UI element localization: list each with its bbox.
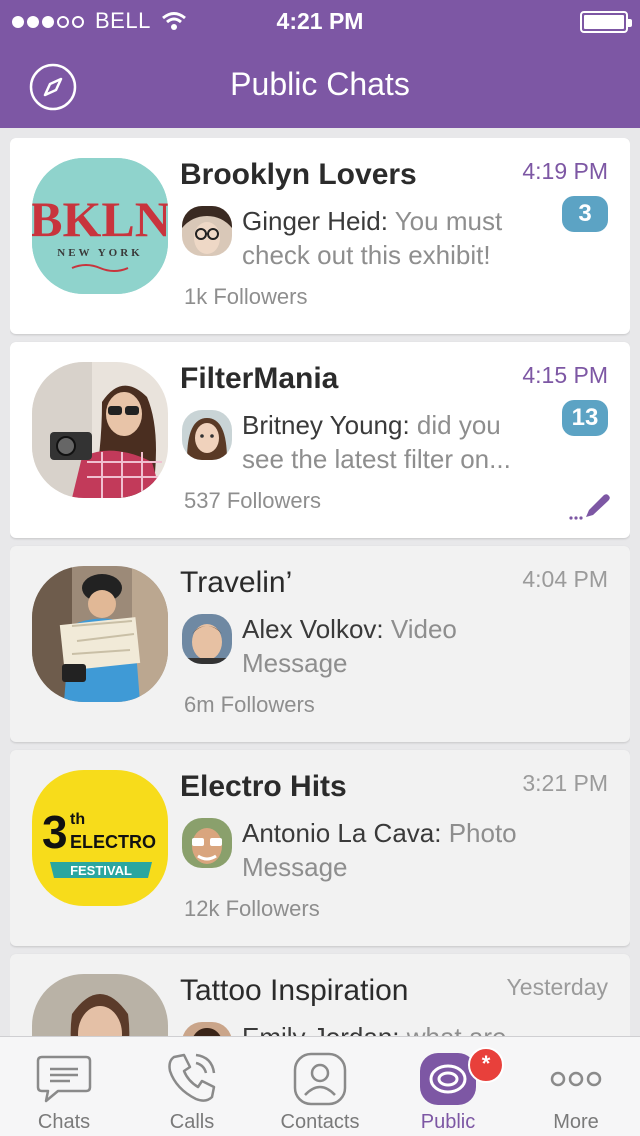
chat-avatar: 3 th ELECTRO FESTIVAL [32,770,168,906]
admin-pen-icon [569,494,610,520]
avatar-logo-text: BKLN [32,191,168,247]
chat-time: 3:21 PM [522,770,608,796]
tab-label: Chats [37,1111,91,1133]
tab-label: Calls [169,1111,215,1133]
chat-card-electro-hits[interactable]: 3 th ELECTRO FESTIVAL Electro Hits 3:21 … [10,750,630,946]
tab-contacts[interactable]: Contacts [256,1037,384,1136]
app-header: BELL 4:21 PM Public Chats [0,0,640,128]
tab-label: More [553,1111,599,1133]
tab-public[interactable]: * Public [384,1037,512,1136]
chat-time: 4:04 PM [522,566,608,592]
more-dots-icon [550,1071,602,1087]
chat-last-message: Antonio La Cava: Photo Message [242,816,542,884]
chat-time: Yesterday [506,974,608,1000]
avatar-logo-suffix: th [70,811,85,828]
avatar-logo-band: FESTIVAL [70,863,132,878]
followers-count: 537 Followers [184,488,321,513]
followers-count: 12k Followers [184,896,320,921]
message-sender: Britney Young: [242,410,410,440]
chat-card-filtermania[interactable]: FilterMania 4:15 PM Britney Young: did y… [10,342,630,538]
tab-label: Public [420,1111,476,1133]
chat-name: Electro Hits [180,770,347,803]
sender-avatar [182,1022,232,1036]
message-sender: Antonio La Cava: [242,818,442,848]
message-sender: Ginger Heid: [242,206,388,236]
contacts-icon [293,1052,347,1106]
chat-card-tattoo-inspiration[interactable]: Tattoo Inspiration Yesterday Emily Jorda… [10,954,630,1036]
chat-name: Brooklyn Lovers [180,158,417,191]
chat-time: 4:15 PM [522,362,608,388]
chat-card-brooklyn-lovers[interactable]: BKLN NEW YORK Brooklyn Lovers 4:19 PM Gi… [10,138,630,334]
followers-count: 1k Followers [184,284,308,309]
chat-time: 4:19 PM [522,158,608,184]
message-sender: Emily Jordan: [242,1022,400,1036]
message-text: what are [400,1022,507,1036]
unread-count-badge: 13 [562,400,608,436]
status-time: 4:21 PM [276,8,364,34]
page-title: Public Chats [230,66,410,102]
avatar-logo-number: 3 [42,806,68,858]
chat-card-travelin[interactable]: Travelin’ 4:04 PM Alex Volkov: Video Mes… [10,546,630,742]
avatar-logo-word: ELECTRO [70,832,156,852]
chat-last-message: Britney Young: did you see the latest fi… [242,408,542,476]
phone-icon [168,1053,216,1102]
unread-count-badge: 3 [562,196,608,232]
chat-avatar: BKLN NEW YORK [32,158,168,294]
tab-notification-badge: * [468,1047,504,1083]
sender-avatar [182,614,232,664]
chat-avatar [32,974,168,1036]
chat-name: FilterMania [180,362,339,395]
battery-icon [580,11,632,33]
chat-last-message: Emily Jordan: what are [242,1020,542,1036]
chat-avatar [32,566,168,702]
sender-avatar [182,410,232,460]
chat-last-message: Alex Volkov: Video Message [242,612,542,680]
tab-bar: Chats Calls Contacts * Public More [0,1036,640,1136]
public-chat-list: BKLN NEW YORK Brooklyn Lovers 4:19 PM Gi… [10,138,630,1036]
sender-avatar [182,818,232,868]
tab-label: Contacts [280,1111,360,1133]
chat-last-message: Ginger Heid: You must check out this exh… [242,204,542,272]
followers-count: 6m Followers [184,692,315,717]
avatar-logo-subtext: NEW YORK [57,247,142,259]
tab-calls[interactable]: Calls [128,1037,256,1136]
status-bar: BELL 4:21 PM [0,0,640,44]
message-sender: Alex Volkov: [242,614,384,644]
chat-name: Tattoo Inspiration [180,974,409,1007]
chat-bubble-icon [36,1055,92,1103]
tab-chats[interactable]: Chats [0,1037,128,1136]
tab-more[interactable]: More [512,1037,640,1136]
chat-avatar [32,362,168,498]
chat-name: Travelin’ [180,566,293,599]
sender-avatar [182,206,232,256]
